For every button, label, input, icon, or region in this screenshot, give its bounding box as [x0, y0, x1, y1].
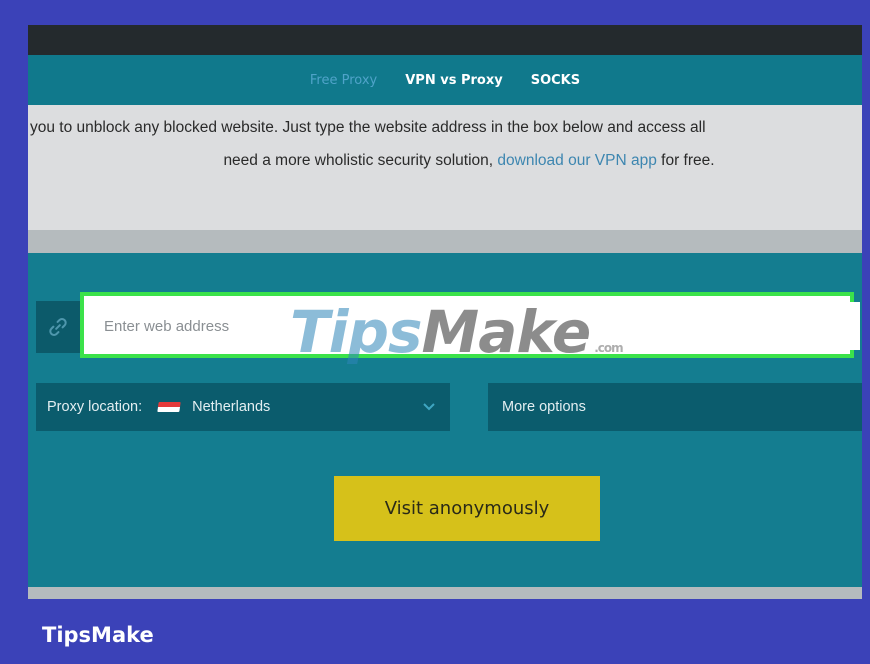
- proxy-location-label: Proxy location:: [47, 399, 143, 415]
- browser-top-bar: [28, 25, 862, 55]
- url-input-highlight: [80, 292, 860, 358]
- proxy-location-select[interactable]: Proxy location: Netherlands: [36, 383, 450, 431]
- intro-panel: you to unblock any blocked website. Just…: [28, 105, 862, 230]
- bottom-divider-strip: [28, 587, 862, 599]
- intro-text-line-1: you to unblock any blocked website. Just…: [30, 119, 706, 136]
- proxy-location-value: Netherlands: [192, 399, 271, 415]
- more-options-button[interactable]: More options: [488, 383, 862, 431]
- divider-strip: [28, 230, 862, 253]
- proxy-site-screen: Free Proxy VPN vs Proxy SOCKS you to unb…: [28, 25, 862, 599]
- nav-vpn-vs-proxy[interactable]: VPN vs Proxy: [405, 73, 502, 88]
- link-icon: [49, 318, 67, 336]
- tipsmake-brand-label: TipsMake: [42, 623, 154, 647]
- chevron-down-icon: [423, 403, 435, 411]
- netherlands-flag-icon: [157, 402, 181, 412]
- web-address-input[interactable]: [90, 302, 860, 350]
- download-vpn-link[interactable]: download our VPN app: [497, 152, 656, 169]
- more-options-label: More options: [502, 399, 586, 415]
- main-nav: Free Proxy VPN vs Proxy SOCKS: [28, 55, 862, 105]
- visit-anonymously-button[interactable]: Visit anonymously: [334, 476, 600, 541]
- url-prefix: [36, 301, 80, 353]
- nav-socks[interactable]: SOCKS: [531, 73, 580, 88]
- intro-text-after-link: for free.: [661, 152, 715, 169]
- intro-text-line-2: need a more wholistic security solution,…: [28, 152, 862, 170]
- intro-text-before-link: need a more wholistic security solution,: [223, 152, 494, 169]
- nav-free-proxy[interactable]: Free Proxy: [310, 73, 377, 88]
